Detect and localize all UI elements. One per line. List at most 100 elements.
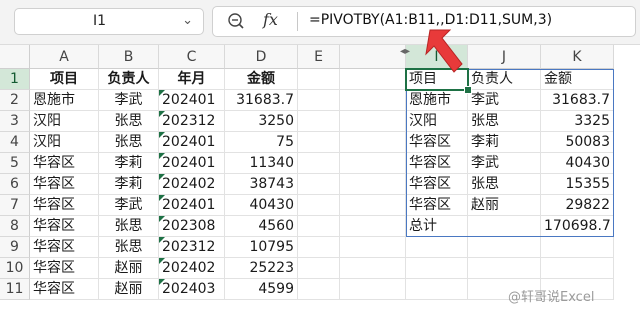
grid-cell[interactable] (298, 195, 340, 216)
source-data-cell[interactable]: 25223 (225, 258, 298, 279)
source-data-cell[interactable]: 11340 (225, 153, 298, 174)
grid-cell[interactable] (298, 174, 340, 195)
column-header-e[interactable]: E (298, 45, 340, 69)
grid-cell[interactable] (468, 258, 541, 279)
column-header-b[interactable]: B (99, 45, 159, 69)
source-data-cell[interactable]: 华容区 (30, 237, 99, 258)
pivot-data-cell[interactable]: 张思 (468, 174, 541, 195)
grid-cell[interactable] (298, 237, 340, 258)
source-data-cell[interactable]: 202402 (159, 174, 225, 195)
grid-cell[interactable] (340, 153, 406, 174)
grid-cell[interactable] (298, 69, 340, 90)
row-header-1[interactable]: 1 (0, 69, 30, 90)
grid-cell[interactable] (298, 216, 340, 237)
source-data-cell[interactable]: 75 (225, 132, 298, 153)
grid-cell[interactable] (340, 258, 406, 279)
source-data-cell[interactable]: 华容区 (30, 216, 99, 237)
source-data-cell[interactable]: 张思 (99, 111, 159, 132)
source-data-cell[interactable]: 202402 (159, 258, 225, 279)
pivot-data-cell[interactable]: 恩施市 (406, 90, 468, 111)
grid-cell[interactable] (340, 195, 406, 216)
column-header-a[interactable]: A (30, 45, 99, 69)
source-data-cell[interactable]: 张思 (99, 237, 159, 258)
pivot-data-cell[interactable]: 李莉 (468, 132, 541, 153)
pivot-data-cell[interactable]: 华容区 (406, 174, 468, 195)
column-header-split[interactable] (340, 45, 406, 69)
pivot-data-cell[interactable]: 31683.7 (541, 90, 614, 111)
row-header-11[interactable]: 11 (0, 279, 30, 300)
grid-cell[interactable] (340, 237, 406, 258)
source-data-cell[interactable]: 华容区 (30, 153, 99, 174)
pivot-data-cell[interactable]: 华容区 (406, 195, 468, 216)
row-header-6[interactable]: 6 (0, 174, 30, 195)
source-data-cell[interactable]: 10795 (225, 237, 298, 258)
source-data-cell[interactable]: 华容区 (30, 279, 99, 300)
row-header-4[interactable]: 4 (0, 132, 30, 153)
grid-cell[interactable] (541, 237, 614, 258)
source-data-cell[interactable]: 李莉 (99, 174, 159, 195)
grid-cell[interactable] (340, 132, 406, 153)
source-data-cell[interactable]: 恩施市 (30, 90, 99, 111)
grid-cell[interactable] (340, 279, 406, 300)
source-data-cell[interactable]: 202401 (159, 153, 225, 174)
grid-cell[interactable] (406, 237, 468, 258)
pivot-data-cell[interactable]: 50083 (541, 132, 614, 153)
pivot-total-cell[interactable]: 170698.7 (541, 216, 614, 237)
source-data-cell[interactable]: 4560 (225, 216, 298, 237)
source-data-cell[interactable]: 31683.7 (225, 90, 298, 111)
source-data-cell[interactable]: 赵丽 (99, 258, 159, 279)
row-header-7[interactable]: 7 (0, 195, 30, 216)
grid-cell[interactable] (541, 258, 614, 279)
pivot-data-cell[interactable]: 李武 (468, 90, 541, 111)
source-data-cell[interactable]: 202403 (159, 279, 225, 300)
pivot-total-cell[interactable]: 总计 (406, 216, 468, 237)
source-header-cell[interactable]: 金额 (225, 69, 298, 90)
name-box[interactable]: I1 ⌄ (14, 8, 204, 35)
pivot-data-cell[interactable]: 华容区 (406, 153, 468, 174)
split-handle-icon[interactable]: ◂▸ (400, 46, 410, 57)
pivot-data-cell[interactable]: 15355 (541, 174, 614, 195)
grid-cell[interactable] (340, 216, 406, 237)
source-header-cell[interactable]: 年月 (159, 69, 225, 90)
source-data-cell[interactable]: 汉阳 (30, 111, 99, 132)
row-header-10[interactable]: 10 (0, 258, 30, 279)
row-header-9[interactable]: 9 (0, 237, 30, 258)
pivot-data-cell[interactable]: 3325 (541, 111, 614, 132)
select-all-corner[interactable] (0, 45, 30, 69)
grid-cell[interactable] (298, 153, 340, 174)
source-data-cell[interactable]: 202401 (159, 90, 225, 111)
column-header-k[interactable]: K (541, 45, 614, 69)
column-header-j[interactable]: J (468, 45, 541, 69)
source-data-cell[interactable]: 202308 (159, 216, 225, 237)
fx-icon[interactable]: fx (263, 10, 278, 29)
source-data-cell[interactable]: 李武 (99, 195, 159, 216)
grid-cell[interactable] (406, 258, 468, 279)
grid-cell[interactable] (468, 237, 541, 258)
pivot-data-cell[interactable]: 李武 (468, 153, 541, 174)
grid-cell[interactable] (298, 279, 340, 300)
grid-cell[interactable] (340, 111, 406, 132)
row-header-3[interactable]: 3 (0, 111, 30, 132)
grid-cell[interactable] (298, 111, 340, 132)
fill-handle[interactable] (464, 86, 472, 94)
source-data-cell[interactable]: 202312 (159, 111, 225, 132)
pivot-data-cell[interactable]: 赵丽 (468, 195, 541, 216)
source-data-cell[interactable]: 202312 (159, 237, 225, 258)
pivot-data-cell[interactable]: 29822 (541, 195, 614, 216)
grid-cell[interactable] (298, 90, 340, 111)
source-data-cell[interactable]: 张思 (99, 216, 159, 237)
source-data-cell[interactable]: 40430 (225, 195, 298, 216)
grid-cell[interactable] (340, 90, 406, 111)
chevron-down-icon[interactable]: ⌄ (182, 13, 193, 28)
grid-cell[interactable] (340, 174, 406, 195)
source-data-cell[interactable]: 38743 (225, 174, 298, 195)
pivot-data-cell[interactable]: 40430 (541, 153, 614, 174)
source-data-cell[interactable]: 华容区 (30, 174, 99, 195)
grid-cell[interactable] (340, 69, 406, 90)
source-data-cell[interactable]: 华容区 (30, 258, 99, 279)
grid-cell[interactable] (298, 132, 340, 153)
pivot-header-cell[interactable]: 金额 (541, 69, 614, 90)
source-header-cell[interactable]: 项目 (30, 69, 99, 90)
source-data-cell[interactable]: 202401 (159, 132, 225, 153)
grid-cell[interactable] (406, 279, 468, 300)
